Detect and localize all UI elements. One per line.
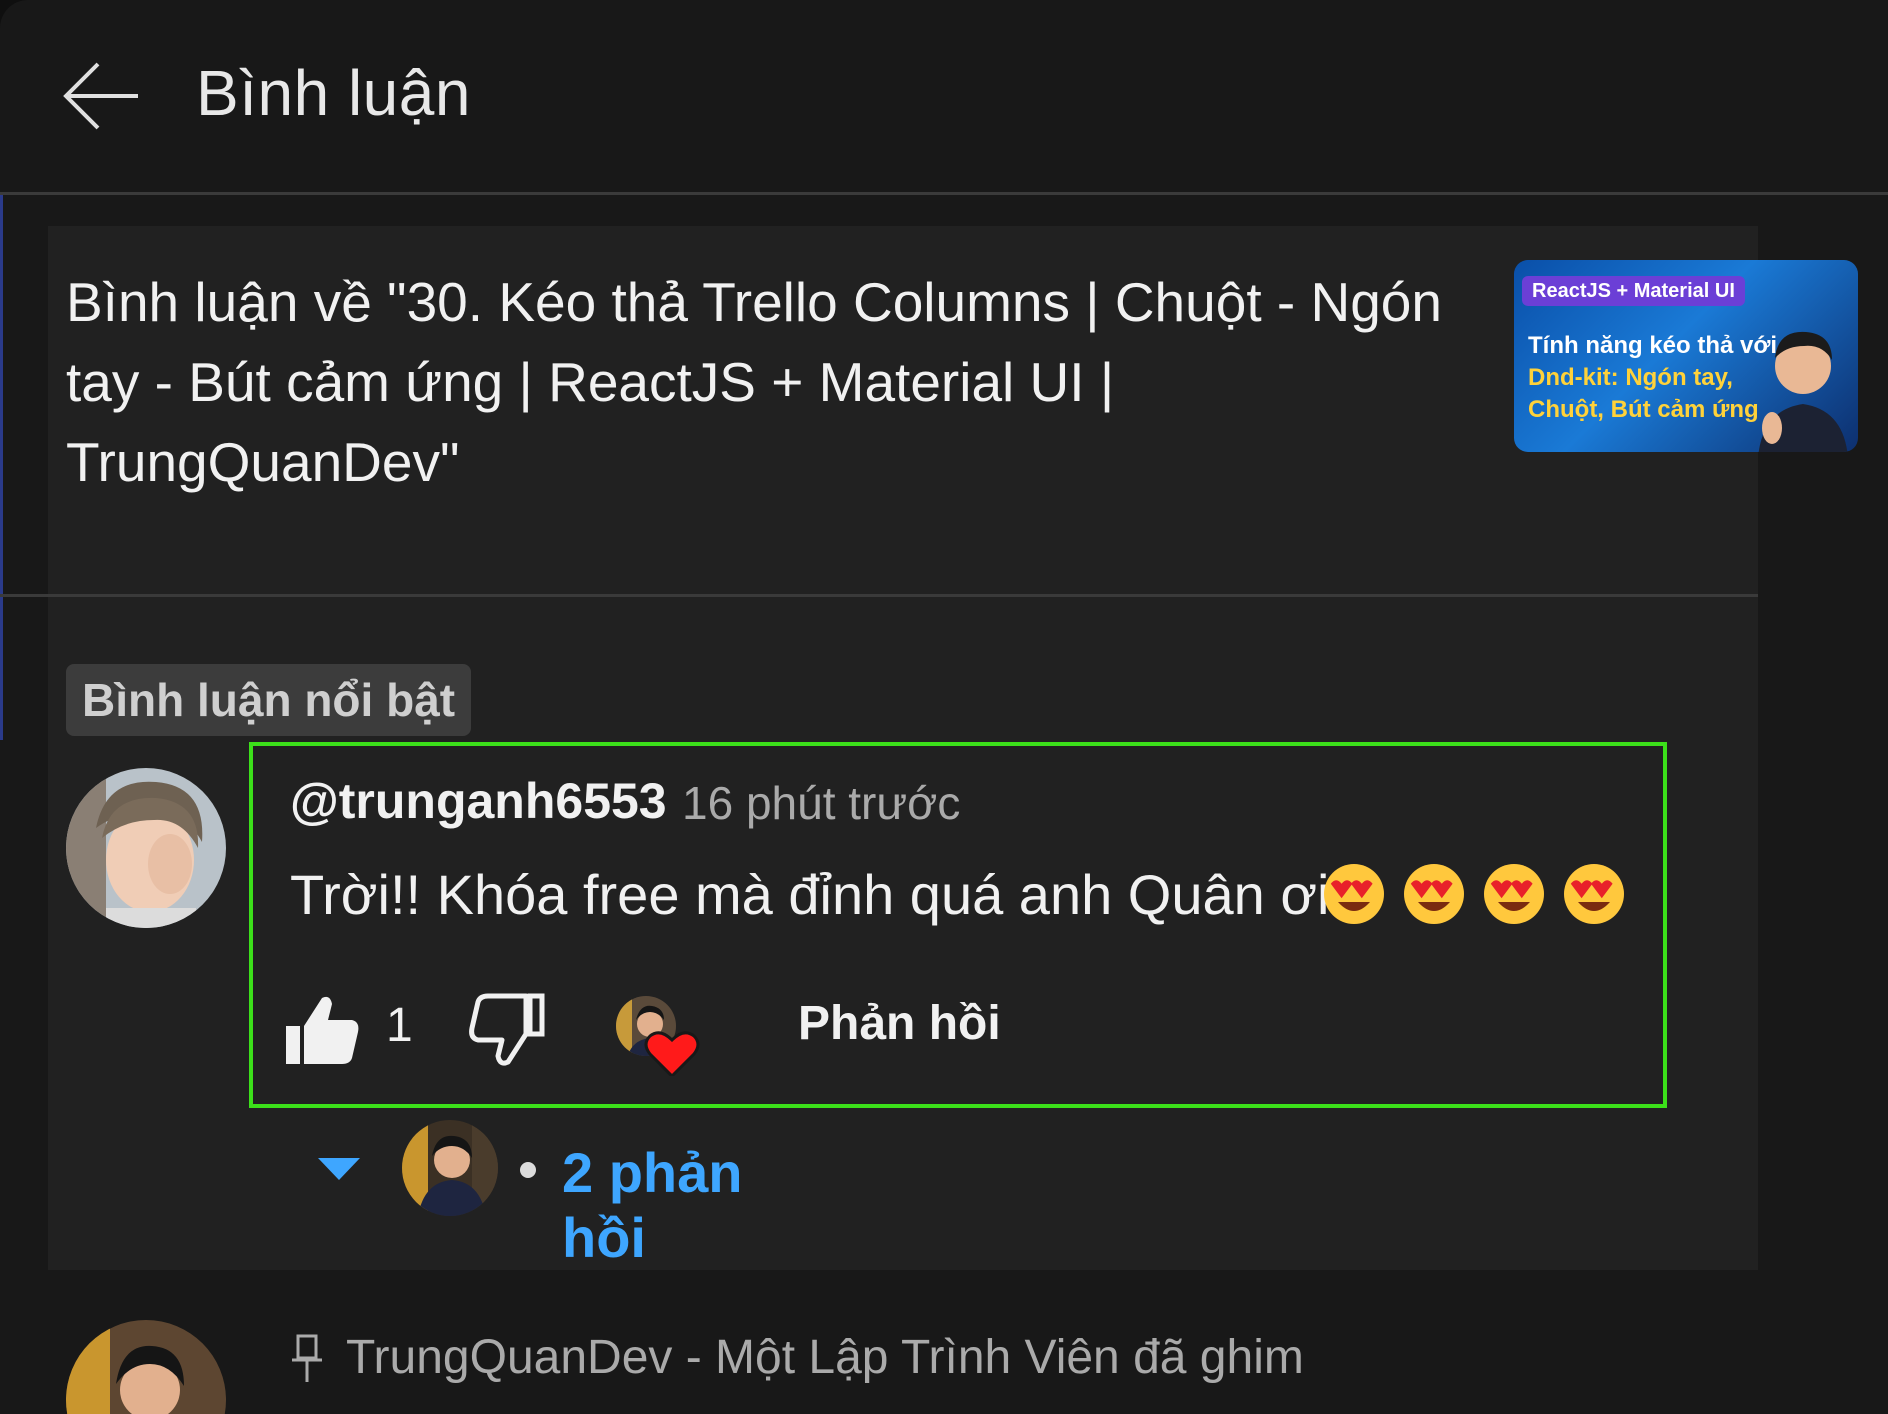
thumbnail-presenter-image — [1758, 331, 1848, 452]
heart-eyes-emoji-icon — [1324, 864, 1384, 924]
heart-icon — [644, 1031, 700, 1079]
comment-text: Trời!! Khóa free mà đỉnh quá anh Quân ơi — [290, 863, 1330, 926]
pinned-by-label: TrungQuanDev - Một Lập Trình Viên đã ghi… — [346, 1331, 1304, 1384]
thumbnail-line-2: Dnd-kit: Ngón tay, — [1528, 364, 1733, 391]
caret-down-icon — [318, 1158, 360, 1180]
section-divider — [0, 594, 1758, 597]
separator-dot — [520, 1162, 536, 1178]
pin-icon — [292, 1334, 322, 1382]
comment-timestamp[interactable]: 16 phút trước — [682, 776, 960, 830]
view-replies-button[interactable]: 2 phản hồi — [310, 1120, 830, 1269]
panel-edge-accent — [0, 195, 3, 740]
thumbnail-line-3: Chuột, Bút cảm ứng — [1528, 396, 1759, 423]
video-thumbnail[interactable]: ReactJS + Material UI Tính năng kéo thả … — [1514, 260, 1858, 452]
like-button[interactable] — [282, 990, 362, 1070]
commenter-avatar[interactable] — [66, 768, 226, 928]
thumbs-up-icon — [286, 996, 359, 1064]
reply-author-avatar — [402, 1120, 498, 1216]
thumbs-down-icon — [469, 993, 545, 1066]
dislike-button[interactable] — [468, 990, 548, 1070]
comment-author[interactable]: @trunganh6553 — [290, 772, 667, 830]
thumbnail-badge: ReactJS + Material UI — [1522, 276, 1745, 306]
comments-header: Bình luận — [0, 0, 1888, 195]
commenter-avatar-image — [66, 768, 226, 928]
replies-count-label: 2 phản hồi — [562, 1141, 743, 1269]
heart-eyes-emoji-icon — [1404, 864, 1464, 924]
back-button[interactable] — [58, 58, 142, 134]
heart-eyes-emoji-icon — [1484, 864, 1544, 924]
thumbnail-line-1: Tính năng kéo thả với — [1528, 332, 1778, 359]
comments-panel: Bình luận Bình luận về "30. Kéo thả Trel… — [0, 0, 1888, 1414]
featured-comment-chip: Bình luận nổi bật — [66, 664, 472, 736]
heart-eyes-emoji-icon — [1564, 864, 1624, 924]
creator-heart-badge — [612, 992, 704, 1079]
like-count: 1 — [386, 999, 413, 1052]
pinned-comment-avatar[interactable] — [66, 1320, 226, 1414]
page-title: Bình luận — [196, 57, 471, 129]
back-arrow-icon — [63, 62, 138, 130]
video-context-title: Bình luận về "30. Kéo thả Trello Columns… — [66, 271, 1442, 493]
reply-button[interactable]: Phản hồi — [798, 996, 1001, 1051]
